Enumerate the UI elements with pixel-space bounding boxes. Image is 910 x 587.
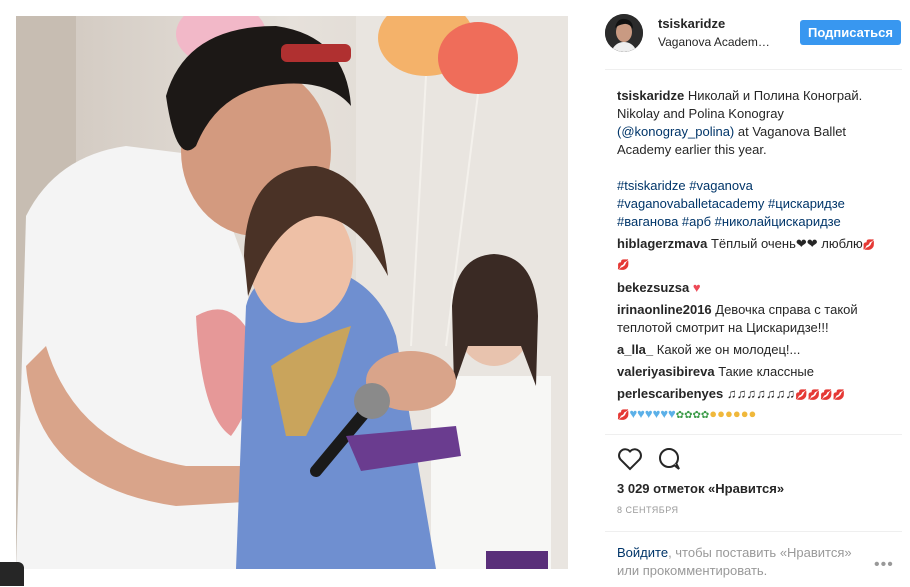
comment: a_lla_ Какой же он молодец!...: [617, 341, 893, 359]
post-sidebar: tsiskaridze Vaganova Academ… Подписаться: [605, 8, 901, 58]
comments-list: tsiskaridze Николай и Полина Конограй. N…: [617, 87, 893, 425]
caption-mention-link[interactable]: (@konogray_polina): [617, 124, 734, 139]
comment-username[interactable]: irinaonline2016: [617, 302, 712, 317]
comment-username[interactable]: bekezsuzsa: [617, 280, 689, 295]
avatar[interactable]: [605, 14, 643, 52]
kiss-emoji-row: 💋💋💋💋: [795, 390, 845, 401]
tagged-user-icon[interactable]: [0, 562, 24, 586]
comment-text: Тёплый очень❤❤ люблю: [707, 236, 863, 251]
caption-hashtags[interactable]: #tsiskaridze #vaganova #vaganovaballetac…: [617, 177, 893, 231]
avatar-image: [605, 14, 643, 52]
footer-divider: [605, 531, 902, 532]
header-username[interactable]: tsiskaridze: [658, 15, 770, 33]
login-link[interactable]: Войдите: [617, 545, 668, 560]
comment: bekezsuzsa ♥: [617, 279, 893, 297]
comment: perlescaribenyes ♫♫♫♫♫♫♫💋💋💋💋 💋♥♥♥♥♥♥✿✿✿✿●…: [617, 385, 893, 425]
comment-username[interactable]: perlescaribenyes: [617, 386, 723, 401]
comment-username[interactable]: a_lla_: [617, 342, 653, 357]
comment: irinaonline2016 Девочка справа с такой т…: [617, 301, 893, 337]
pink-heart-emoji: ♥: [692, 280, 701, 295]
comment: valeriyasibireva Такие классные: [617, 363, 893, 381]
comment-username[interactable]: valeriyasibireva: [617, 364, 715, 379]
header-location[interactable]: Vaganova Academ…: [658, 33, 770, 51]
caption: tsiskaridze Николай и Полина Конограй. N…: [617, 87, 893, 159]
rose-emoji-row: ✿✿✿✿: [675, 410, 710, 421]
post-photo[interactable]: [16, 16, 568, 569]
comment: hiblagerzmava Тёплый очень❤❤ люблю💋 💋: [617, 235, 893, 275]
heart-outline-icon[interactable]: [617, 447, 643, 476]
comment-text: ♫♫♫♫♫♫♫: [723, 386, 796, 401]
comment-bubble-icon[interactable]: [657, 447, 683, 476]
likes-count[interactable]: 3 029 отметок «Нравится»: [617, 481, 784, 496]
comment-username[interactable]: hiblagerzmava: [617, 236, 707, 251]
clap-emoji-row: ●●●●●●: [709, 406, 757, 421]
ellipsis-icon[interactable]: •••: [874, 556, 894, 574]
login-prompt: Войдите, чтобы поставить «Нравится» или …: [617, 544, 877, 580]
post-header: tsiskaridze Vaganova Academ… Подписаться: [605, 8, 901, 58]
kiss-emoji: 💋: [862, 240, 876, 251]
follow-button[interactable]: Подписаться: [799, 20, 901, 45]
post-date[interactable]: 8 СЕНТЯБРЯ: [617, 505, 679, 515]
kiss-emoji: 💋: [617, 410, 630, 421]
blue-heart-emoji-row: ♥♥♥♥♥♥: [629, 406, 676, 421]
comment-text: Какой же он молодец!...: [653, 342, 801, 357]
comment-text: Такие классные: [714, 364, 814, 379]
action-bar: [617, 447, 683, 476]
kiss-emoji: 💋: [617, 260, 630, 271]
caption-username[interactable]: tsiskaridze: [617, 88, 684, 103]
comments-divider: [605, 434, 902, 435]
header-text: tsiskaridze Vaganova Academ…: [658, 15, 770, 51]
photo-illustration: [16, 16, 568, 569]
header-divider: [605, 69, 902, 70]
